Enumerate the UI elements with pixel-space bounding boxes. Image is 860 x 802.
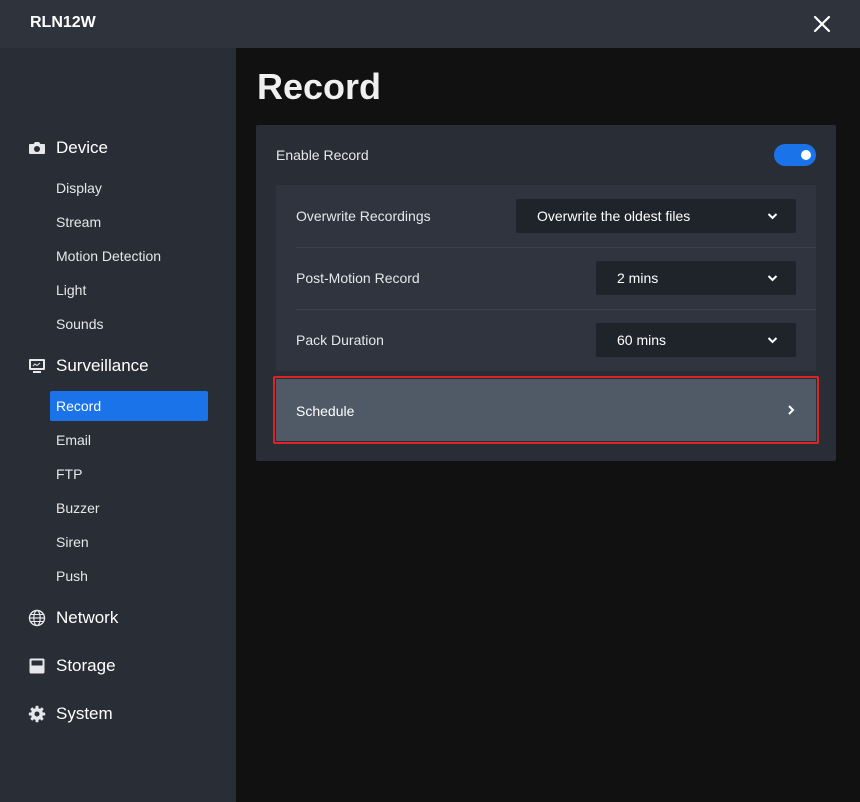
chevron-down-icon (767, 275, 778, 282)
monitor-icon (28, 357, 46, 375)
sidebar-item-stream[interactable]: Stream (50, 207, 208, 237)
sidebar-item-email[interactable]: Email (50, 425, 208, 455)
sidebar-item-ftp[interactable]: FTP (50, 459, 208, 489)
sidebar-item-motion-detection[interactable]: Motion Detection (50, 241, 208, 271)
sidebar-item-buzzer[interactable]: Buzzer (50, 493, 208, 523)
sidebar-section-label: Network (56, 608, 119, 627)
globe-icon (28, 609, 46, 627)
sidebar-section-surveillance[interactable]: Surveillance (28, 354, 149, 378)
row-divider (296, 247, 816, 248)
sidebar-item-light[interactable]: Light (50, 275, 208, 305)
sidebar-section-label: Device (56, 138, 108, 157)
row-divider (296, 309, 816, 310)
chevron-right-icon (788, 405, 795, 415)
chevron-down-icon (767, 337, 778, 344)
sidebar-section-system[interactable]: System (28, 702, 113, 726)
sidebar-section-device[interactable]: Device (28, 136, 108, 160)
overwrite-recordings-label: Overwrite Recordings (296, 208, 431, 224)
enable-record-toggle[interactable] (774, 144, 816, 166)
camera-icon (28, 139, 46, 157)
storage-icon (28, 657, 46, 675)
close-icon (813, 15, 831, 33)
select-value: 2 mins (617, 270, 659, 286)
sidebar-section-label: System (56, 704, 113, 723)
sidebar-section-label: Storage (56, 656, 116, 675)
schedule-row[interactable]: Schedule (276, 379, 816, 441)
title-bar: RLN12W (0, 0, 860, 48)
sidebar-section-storage[interactable]: Storage (28, 654, 116, 678)
chevron-down-icon (767, 213, 778, 220)
select-value: 60 mins (617, 332, 667, 348)
pack-duration-label: Pack Duration (296, 332, 384, 348)
sidebar-section-network[interactable]: Network (28, 606, 118, 630)
select-value: Overwrite the oldest files (537, 208, 691, 224)
app-title: RLN12W (30, 14, 96, 31)
close-button[interactable] (806, 8, 838, 40)
sidebar-item-sounds[interactable]: Sounds (50, 309, 208, 339)
pack-duration-select[interactable]: 60 mins (596, 323, 796, 357)
page-title: Record (257, 66, 382, 107)
sidebar-item-push[interactable]: Push (50, 561, 208, 591)
settings-window: RLN12W Device Display Stream Motion Dete… (0, 0, 860, 802)
overwrite-recordings-select[interactable]: Overwrite the oldest files (516, 199, 796, 233)
sidebar-item-display[interactable]: Display (50, 173, 208, 203)
gear-icon (28, 705, 46, 723)
schedule-label: Schedule (296, 403, 355, 419)
enable-record-label: Enable Record (276, 147, 369, 163)
toggle-knob (801, 150, 811, 160)
sidebar-item-record[interactable]: Record (50, 391, 208, 421)
sidebar-item-siren[interactable]: Siren (50, 527, 208, 557)
post-motion-record-label: Post-Motion Record (296, 270, 420, 286)
post-motion-record-select[interactable]: 2 mins (596, 261, 796, 295)
sidebar-section-label: Surveillance (56, 356, 149, 375)
